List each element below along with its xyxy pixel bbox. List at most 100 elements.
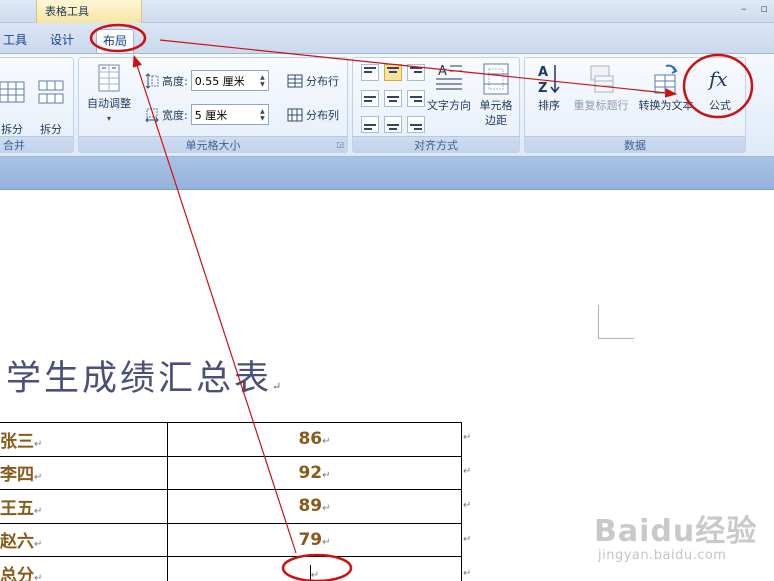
row-end-mark: ↵ [463, 466, 472, 477]
table-row: 李四↵ 92↵ [0, 455, 462, 490]
score-cell[interactable]: 89↵ [167, 489, 462, 524]
align-bottom-center-button[interactable] [384, 116, 402, 133]
align-top-right-button[interactable] [407, 64, 425, 81]
student-score: 89 [298, 496, 323, 517]
distribute-cols-icon [287, 108, 303, 122]
distribute-cols-label: 分布列 [306, 109, 339, 122]
convert-to-text-button[interactable]: 转换为文本 [635, 62, 697, 113]
cell-size-title-text: 单元格大小 [185, 139, 241, 152]
align-top-center-button[interactable] [384, 64, 402, 81]
distribute-cols-button[interactable]: 分布列 [287, 107, 339, 123]
dialog-launcher-icon[interactable]: ◲ [336, 140, 344, 149]
row-end-mark: ↵ [463, 568, 472, 579]
distribute-rows-button[interactable]: 分布行 [287, 73, 339, 89]
align-middle-right-button[interactable] [407, 90, 425, 107]
tab-layout[interactable]: 布局 [96, 29, 135, 53]
align-top-left-button[interactable] [361, 64, 379, 81]
name-cell[interactable]: 赵六↵ [0, 522, 168, 557]
paragraph-mark: ↵ [34, 438, 43, 450]
watermark-url: jingyan.baidu.com [598, 548, 727, 563]
score-table: 张三↵ 86↵ 李四↵ 92↵ 王五↵ 89↵ 赵六↵ 79↵ 总分↵ ↵ [0, 422, 462, 581]
name-cell[interactable]: 总分↵ [0, 556, 168, 581]
sort-icon: A Z [538, 65, 560, 96]
student-score: 92 [298, 462, 323, 483]
paragraph-mark: ↵ [34, 572, 43, 581]
repeat-header-button[interactable]: 重复标题行 [569, 62, 633, 113]
auto-fit-button[interactable]: 自动调整 ▾ [83, 64, 135, 126]
svg-text:A: A [438, 64, 447, 79]
svg-text:Z: Z [538, 81, 547, 96]
convert-to-text-icon [654, 64, 678, 94]
table-row: 赵六↵ 79↵ [0, 522, 462, 557]
ribbon-tab-row: 工具 设计 布局 [0, 23, 774, 53]
table-row: 总分↵ ↵ [0, 556, 462, 581]
document-title-text: 学生成绩汇总表 [6, 359, 273, 399]
formula-button[interactable]: fx 公式 [699, 62, 741, 113]
width-value: 5 厘米 [194, 108, 228, 122]
paragraph-mark: ↵ [322, 503, 331, 515]
chevron-down-icon: ▾ [106, 114, 111, 123]
cell-margins-button[interactable]: 单元格 边距 [475, 62, 517, 128]
data-group: A Z 排序 重复标题行 转换为文本 fx 公式 数据 [524, 57, 746, 153]
row-height-icon [145, 72, 159, 89]
name-cell[interactable]: 张三↵ [0, 422, 168, 457]
merge-group: 拆分 元格 拆分 表格 合并 [0, 57, 74, 153]
cell-margins-icon [483, 63, 509, 95]
row-end-mark: ↵ [463, 432, 472, 443]
paragraph-mark: ↵ [272, 380, 282, 393]
spinner-arrows-icon[interactable]: ▲ ▼ [260, 74, 265, 88]
score-cell[interactable]: 92↵ [167, 455, 462, 490]
name-cell[interactable]: 李四↵ [0, 455, 168, 490]
align-middle-center-button[interactable] [384, 90, 402, 107]
paragraph-mark: ↵ [310, 570, 320, 581]
svg-text:A: A [538, 65, 548, 80]
student-score: 86 [298, 429, 323, 450]
ruler-band [0, 157, 774, 190]
minimize-icon[interactable]: – [741, 2, 747, 15]
align-bottom-right-button[interactable] [407, 116, 425, 133]
paragraph-mark: ↵ [322, 436, 331, 448]
student-name: 赵六 [0, 532, 34, 553]
spinner-arrows-icon[interactable]: ▲ ▼ [260, 108, 265, 122]
data-group-title: 数据 [525, 136, 745, 152]
formula-fx-icon: fx [707, 67, 728, 91]
sort-button[interactable]: A Z 排序 [531, 62, 567, 113]
paragraph-mark: ↵ [34, 505, 43, 517]
col-width-icon [145, 108, 159, 122]
window-controls: – ▫ [741, 2, 768, 15]
align-bottom-left-button[interactable] [361, 116, 379, 133]
cell-size-group: 自动调整 ▾ 高度: 0.55 厘米 ▲ ▼ 宽度: 5 厘米 ▲ ▼ 分布行 … [78, 57, 348, 153]
width-spinner[interactable]: 5 厘米 ▲ ▼ [190, 104, 269, 125]
col-width-control: 宽度: 5 厘米 ▲ ▼ [145, 104, 269, 125]
paragraph-mark: ↵ [322, 469, 331, 481]
baidu-watermark: Baidu经验 jingyan.baidu.com [594, 506, 766, 572]
convert-to-text-label: 转换为文本 [638, 99, 694, 112]
height-label: 高度: [162, 74, 188, 88]
height-value: 0.55 厘米 [194, 74, 245, 88]
table-tools-context-tab: 表格工具 [36, 0, 142, 23]
split-table-icon [38, 80, 64, 104]
total-label: 总分 [0, 565, 34, 581]
formula-label: 公式 [709, 99, 731, 112]
text-direction-icon: A [436, 64, 462, 90]
student-score: 79 [298, 529, 323, 550]
name-cell[interactable]: 王五↵ [0, 489, 168, 524]
tab-design[interactable]: 设计 [44, 29, 80, 50]
row-end-mark: ↵ [463, 534, 472, 545]
watermark-logo-text: Baidu经验 [594, 514, 758, 549]
cell-margins-label-1: 单元格 [479, 99, 513, 112]
merge-group-title: 合并 [0, 136, 73, 152]
ribbon: 拆分 元格 拆分 表格 合并 自动调整 ▾ [0, 53, 774, 157]
total-score-cell[interactable]: ↵ [167, 556, 462, 581]
restore-icon[interactable]: ▫ [761, 2, 768, 15]
score-cell[interactable]: 79↵ [167, 522, 462, 557]
paragraph-mark: ↵ [34, 472, 43, 484]
text-direction-button[interactable]: A 文字方向 [425, 62, 473, 113]
document-title: 学生成绩汇总表↵ [6, 350, 281, 401]
align-middle-left-button[interactable] [361, 90, 379, 107]
score-cell[interactable]: 86↵ [167, 422, 462, 457]
text-direction-label: 文字方向 [427, 99, 471, 112]
height-spinner[interactable]: 0.55 厘米 ▲ ▼ [190, 70, 269, 91]
tab-tools[interactable]: 工具 [0, 29, 33, 50]
svg-text:fx: fx [707, 67, 728, 91]
